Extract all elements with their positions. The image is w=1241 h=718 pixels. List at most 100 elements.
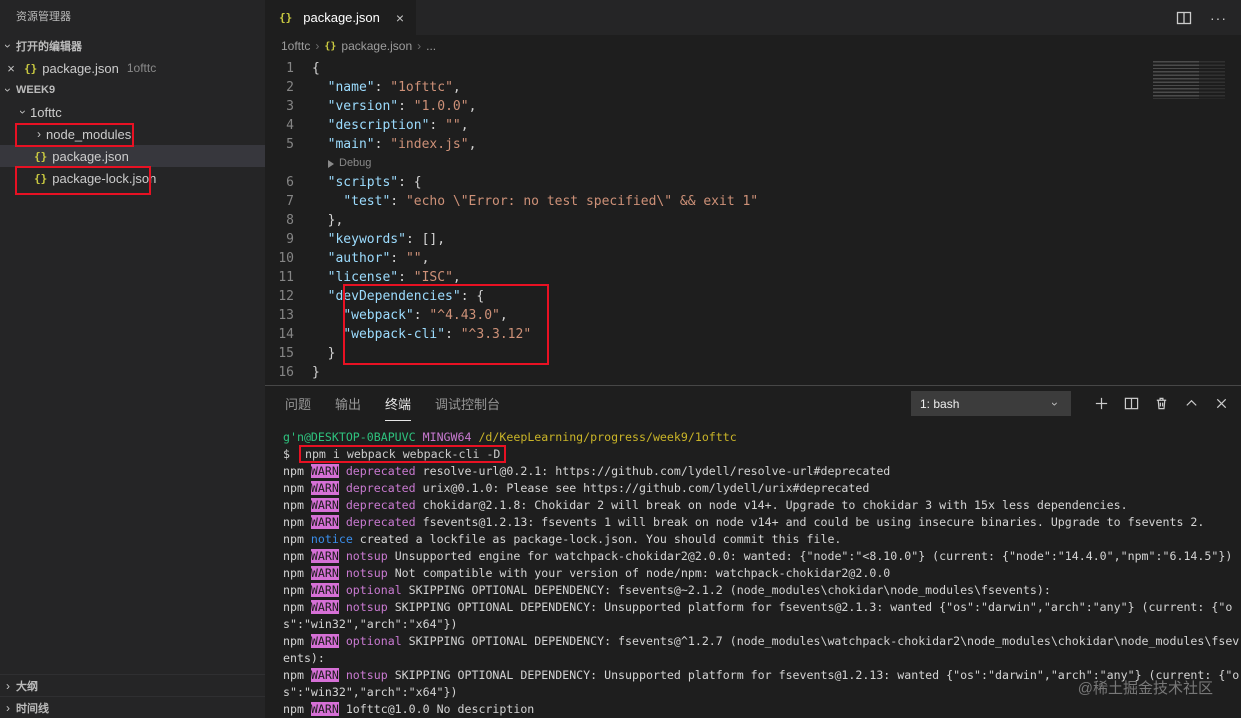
token: { <box>312 61 320 76</box>
minimap[interactable] <box>1153 61 1225 99</box>
token: , <box>460 118 469 133</box>
tab-debug-console[interactable]: 调试控制台 <box>435 386 500 421</box>
line-number: 13 <box>278 308 294 323</box>
token: "name" <box>327 80 375 95</box>
token: WARN <box>310 498 339 512</box>
sidebar-item-1ofttc[interactable]: › 1ofttc <box>0 101 265 123</box>
play-icon <box>328 159 334 168</box>
breadcrumb-folder[interactable]: 1ofttc <box>281 39 310 53</box>
token: : [], <box>405 232 446 247</box>
codelens-row: Debug <box>265 154 1241 173</box>
new-terminal-icon[interactable] <box>1094 396 1109 411</box>
code-line-2: 2 "name": "1ofttc", <box>265 78 1241 97</box>
token: npm <box>283 583 311 597</box>
token: "keywords" <box>327 232 406 247</box>
code-editor[interactable]: 1{2 "name": "1ofttc", 3 "version": "1.0.0… <box>265 57 1241 385</box>
terminal-line: $ npm i webpack webpack-cli -D <box>283 445 1241 463</box>
close-icon[interactable]: × <box>0 61 22 76</box>
token: Not compatible with your version of node… <box>387 566 891 580</box>
token: "webpack-cli" <box>343 327 446 342</box>
terminal-output[interactable]: g'n@DESKTOP-0BAPUVC MINGW64 /d/KeepLearn… <box>265 421 1241 718</box>
token: SKIPPING OPTIONAL DEPENDENCY: fsevents@^… <box>283 634 1240 665</box>
open-editors-header[interactable]: › 打开的编辑器 <box>0 35 265 57</box>
sidebar-item-package-json[interactable]: {} package.json <box>0 145 265 167</box>
line-number: 8 <box>286 213 294 228</box>
more-actions-icon[interactable]: ··· <box>1210 10 1227 26</box>
token: "author" <box>327 251 391 266</box>
terminal-line: npm WARN 1ofttc@1.0.0 No description <box>283 701 1241 718</box>
tab-package-json[interactable]: {} package.json × <box>265 0 417 35</box>
chevron-right-icon: › <box>315 39 320 53</box>
tab-problems[interactable]: 问题 <box>285 386 311 421</box>
token: WARN <box>310 634 339 648</box>
token: : <box>429 118 446 133</box>
json-file-icon: {} <box>24 61 38 75</box>
token: , <box>452 270 461 285</box>
shell-selector-value: 1: bash <box>920 396 960 411</box>
split-terminal-icon[interactable] <box>1124 396 1139 411</box>
shell-selector[interactable]: 1: bash › <box>911 391 1071 416</box>
sidebar-item-node-modules[interactable]: › node_modules <box>0 123 265 145</box>
token: WARN <box>310 515 339 529</box>
outline-header[interactable]: › 大纲 <box>0 674 265 696</box>
tab-terminal[interactable]: 终端 <box>385 386 412 421</box>
breadcrumb-file[interactable]: package.json <box>341 39 412 53</box>
timeline-header[interactable]: › 时间线 <box>0 696 265 718</box>
token: SKIPPING OPTIONAL DEPENDENCY: fsevents@~… <box>401 583 1051 597</box>
token: npm <box>283 600 311 614</box>
code-text: Debug <box>312 154 371 173</box>
token: : <box>445 327 461 342</box>
token: npm <box>283 634 311 648</box>
explorer-sidebar: 资源管理器 › 打开的编辑器 × {} package.json 1ofttc … <box>0 0 265 718</box>
codelens-label: Debug <box>339 157 372 169</box>
code-text: "keywords": [], <box>312 230 445 249</box>
token: } <box>327 346 336 361</box>
tab-output[interactable]: 输出 <box>335 386 361 421</box>
line-number: 16 <box>278 365 294 380</box>
token: : <box>390 251 406 266</box>
line-number: 11 <box>278 270 294 285</box>
code-line-15: 15 } <box>265 344 1241 363</box>
sidebar-item-package-lock-json[interactable]: {} package-lock.json <box>0 167 265 189</box>
maximize-panel-icon[interactable] <box>1184 396 1199 411</box>
code-line-13: 13 "webpack": "^4.43.0", <box>265 306 1241 325</box>
token: , <box>499 308 508 323</box>
panel-header: 问题 输出 终端 调试控制台 1: bash › <box>265 386 1241 421</box>
code-text: { <box>312 59 320 78</box>
code-line-14: 14 "webpack-cli": "^3.3.12" <box>265 325 1241 344</box>
token: WARN <box>310 583 339 597</box>
watermark: @稀土掘金技术社区 <box>1077 680 1213 697</box>
token: "^3.3.12" <box>460 327 532 342</box>
token: : <box>374 137 391 152</box>
breadcrumb: 1ofttc › {} package.json › ... <box>265 35 1241 57</box>
breadcrumb-symbol[interactable]: ... <box>426 39 436 53</box>
code-text: "webpack": "^4.43.0", <box>312 306 508 325</box>
terminal-line: g'n@DESKTOP-0BAPUVC MINGW64 /d/KeepLearn… <box>283 429 1241 446</box>
kill-terminal-icon[interactable] <box>1154 396 1169 411</box>
tab-close-icon[interactable]: × <box>396 10 404 26</box>
chevron-right-icon: › <box>6 700 10 715</box>
token: "devDependencies" <box>327 289 461 304</box>
debug-codelens[interactable]: Debug <box>328 154 371 173</box>
workspace-header[interactable]: › WEEK9 <box>0 79 265 101</box>
token: SKIPPING OPTIONAL DEPENDENCY: Unsupporte… <box>283 600 1233 631</box>
code-text: "author": "", <box>312 249 430 268</box>
close-panel-icon[interactable] <box>1214 396 1229 411</box>
line-number: 1 <box>286 61 294 76</box>
split-editor-icon[interactable] <box>1176 10 1192 26</box>
code-line-6: 6 "scripts": { <box>265 173 1241 192</box>
open-editor-item[interactable]: × {} package.json 1ofttc <box>0 57 265 79</box>
token: } <box>312 365 320 380</box>
chevron-down-icon: › <box>1 88 15 92</box>
terminal-line: npm WARN optional SKIPPING OPTIONAL DEPE… <box>283 582 1241 599</box>
code-text: "devDependencies": { <box>312 287 485 306</box>
